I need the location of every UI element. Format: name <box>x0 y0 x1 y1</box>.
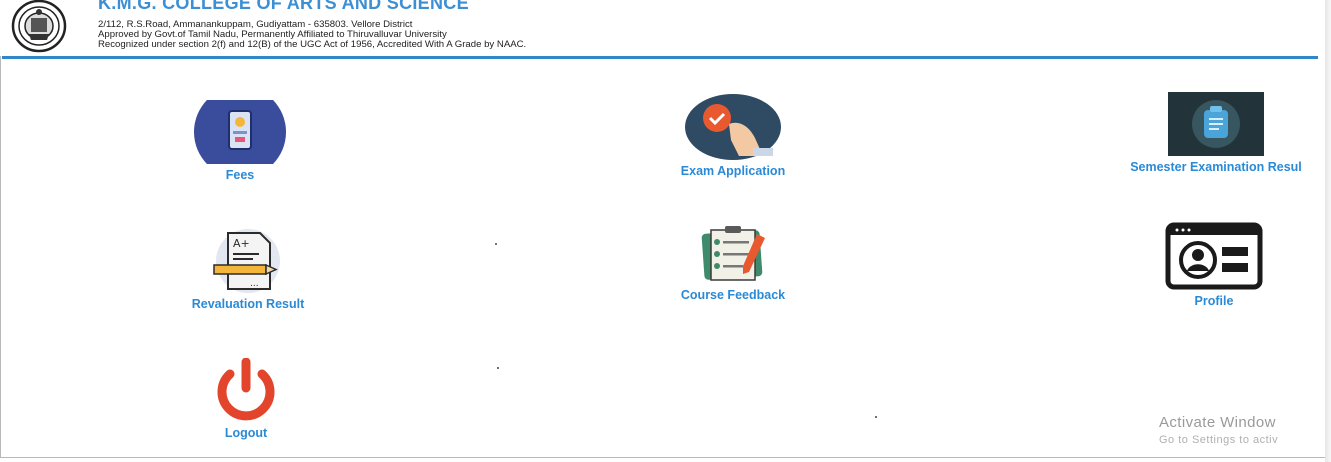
semester-result-label: Semester Examination Resul <box>1130 160 1302 174</box>
revaluation-result-label: Revaluation Result <box>191 297 305 311</box>
college-recognition: Recognized under section 2(f) and 12(B) … <box>98 39 527 50</box>
fees-icon <box>194 100 286 164</box>
logout-tile[interactable]: Logout <box>196 358 296 440</box>
college-header: K.M.G. COLLEGE OF ARTS AND SCIENCE 2/112… <box>0 0 1318 56</box>
exam-application-icon <box>685 94 781 160</box>
svg-text:...: ... <box>250 279 259 289</box>
revaluation-result-icon: A+ ... <box>213 229 280 293</box>
scan-dot <box>495 243 497 245</box>
profile-label: Profile <box>1194 294 1234 308</box>
exam-application-label: Exam Application <box>680 164 786 178</box>
fees-label: Fees <box>225 168 255 182</box>
course-feedback-icon <box>701 226 765 281</box>
activate-windows-watermark: Activate Window <box>1159 414 1276 431</box>
profile-tile[interactable]: Profile <box>1158 222 1270 308</box>
fees-tile[interactable]: Fees <box>180 100 300 182</box>
revaluation-result-tile[interactable]: A+ ... Revaluation Result <box>178 229 318 311</box>
course-feedback-label: Course Feedback <box>680 288 786 302</box>
college-logo <box>11 0 67 53</box>
scan-dot <box>497 367 499 369</box>
window-edge <box>1325 0 1331 462</box>
profile-icon <box>1165 222 1263 290</box>
svg-text:A+: A+ <box>233 237 250 250</box>
semester-result-icon <box>1168 92 1264 156</box>
logout-label: Logout <box>224 426 268 440</box>
scan-dot <box>875 416 877 418</box>
semester-result-tile[interactable]: Semester Examination Resul <box>1116 92 1316 174</box>
power-icon <box>217 358 275 421</box>
exam-application-tile[interactable]: Exam Application <box>658 94 808 178</box>
course-feedback-tile[interactable]: Course Feedback <box>663 226 803 302</box>
header-divider <box>2 56 1318 59</box>
activate-windows-hint: Go to Settings to activ <box>1159 434 1279 446</box>
college-name: K.M.G. COLLEGE OF ARTS AND SCIENCE <box>98 0 469 13</box>
